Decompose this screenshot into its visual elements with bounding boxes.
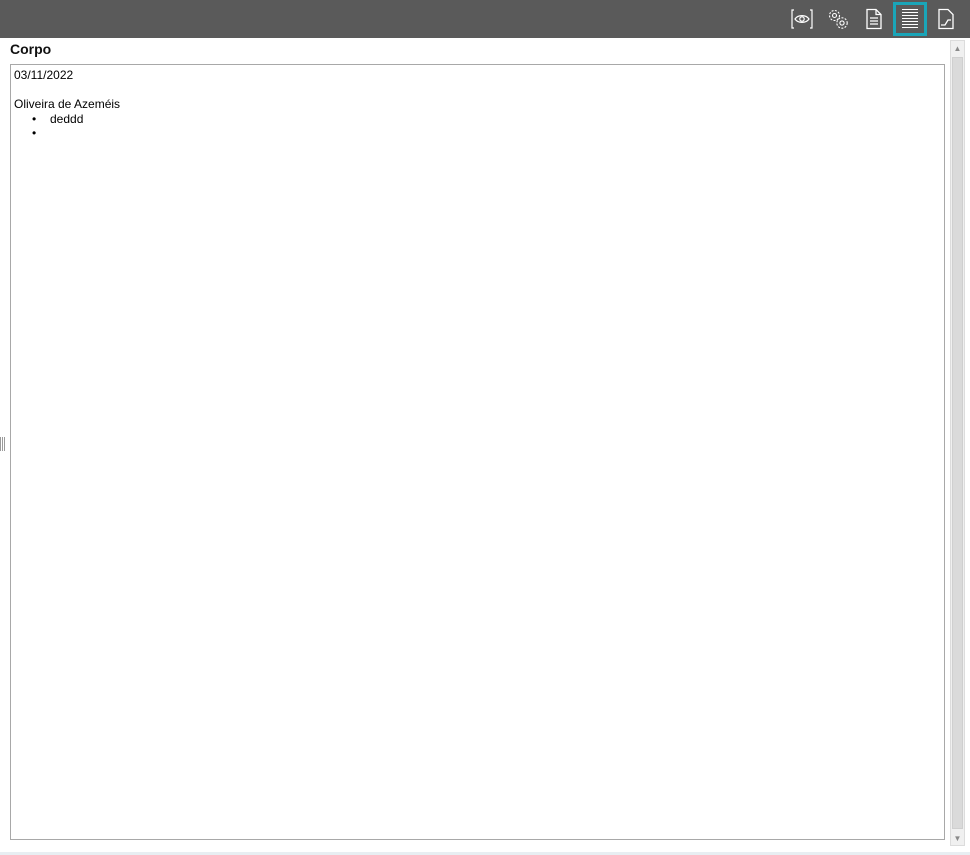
scroll-thumb[interactable]: [952, 57, 963, 829]
scroll-up-arrow[interactable]: ▲: [951, 41, 964, 55]
settings-button[interactable]: [821, 2, 855, 36]
gears-icon: [828, 9, 848, 29]
document-editor-app: Corpo 03/11/2022 Oliveira de Azeméis ded…: [0, 0, 970, 855]
bullet-item: [32, 126, 941, 141]
grip-line: [0, 437, 1, 451]
grip-line: [4, 437, 5, 451]
document-icon: [866, 8, 882, 30]
eye-icon: [791, 9, 813, 29]
page-footer-icon: [938, 8, 954, 30]
grip-line: [2, 437, 3, 451]
document-button[interactable]: [857, 2, 891, 36]
section-title: Corpo: [10, 41, 52, 57]
vertical-scrollbar[interactable]: ▲ ▼: [950, 40, 965, 846]
bullet-list: deddd: [14, 112, 941, 141]
scroll-down-arrow[interactable]: ▼: [951, 831, 964, 845]
date-line: 03/11/2022: [14, 68, 74, 82]
preview-button[interactable]: [785, 2, 819, 36]
body-section-button[interactable]: [893, 2, 927, 36]
splitter-handle[interactable]: [0, 437, 6, 451]
body-lines-icon: [902, 8, 918, 29]
body-text-editor[interactable]: 03/11/2022 Oliveira de Azeméis deddd: [10, 64, 945, 840]
footer-section-button[interactable]: [929, 2, 963, 36]
bullet-item: deddd: [32, 112, 941, 127]
location-line: Oliveira de Azeméis: [14, 97, 121, 111]
top-toolbar: [0, 0, 970, 38]
